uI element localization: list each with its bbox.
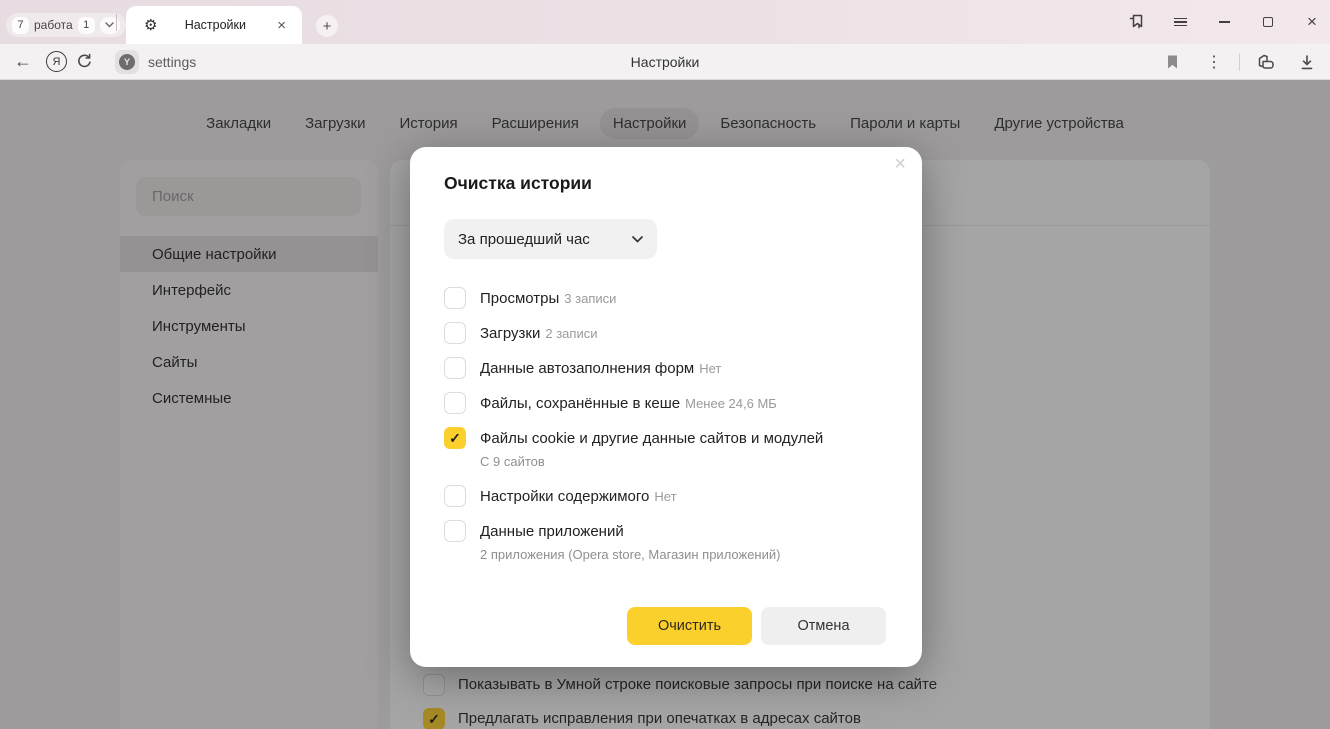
tab-panels-icon[interactable]: [1126, 12, 1146, 32]
active-tab[interactable]: ⚙ Настройки ×: [126, 6, 302, 44]
checkbox-autofill[interactable]: [444, 357, 466, 379]
yandex-logo-icon[interactable]: Я: [46, 51, 67, 72]
reload-icon[interactable]: [67, 49, 101, 75]
checkbox-cookies[interactable]: [444, 427, 466, 449]
category-subtext: С 9 сайтов: [480, 452, 823, 472]
category-row-cache: Файлы, сохранённые в кешеМенее 24,6 МБ: [444, 392, 888, 414]
collections-icon[interactable]: [1248, 49, 1282, 75]
category-row-cookies: Файлы cookie и другие данные сайтов и мо…: [444, 427, 888, 472]
bookmark-icon[interactable]: [1155, 49, 1189, 75]
category-row-downloads: Загрузки2 записи: [444, 322, 888, 344]
omnibox-page-title: Настройки: [0, 54, 1330, 70]
tab-group-count: 7: [12, 17, 29, 34]
site-favicon: Y: [115, 50, 139, 74]
history-categories-list: Просмотры3 записи Загрузки2 записи Данны…: [444, 287, 888, 578]
checkbox-cache[interactable]: [444, 392, 466, 414]
toolbar-separator: [1239, 53, 1240, 71]
menu-icon[interactable]: [1170, 12, 1190, 32]
close-dialog-icon[interactable]: ×: [890, 151, 910, 178]
tab-group-separator: [116, 14, 117, 31]
tab-title: Настройки: [157, 18, 273, 32]
checkbox-app-data[interactable]: [444, 520, 466, 542]
tab-strip: 7 работа 1 ⚙ Настройки × + ×: [0, 0, 1330, 44]
kebab-menu-icon[interactable]: ⋮: [1197, 49, 1231, 75]
period-select-value: За прошедший час: [458, 231, 632, 248]
clear-button[interactable]: Очистить: [627, 607, 752, 645]
maximize-button[interactable]: [1258, 12, 1278, 32]
download-icon[interactable]: [1290, 49, 1324, 75]
category-row-autofill: Данные автозаполнения формНет: [444, 357, 888, 379]
address-bar: ← Я Y settings Настройки ⋮: [0, 44, 1330, 80]
window-controls: ×: [1126, 8, 1322, 36]
category-row-app-data: Данные приложений 2 приложения (Opera st…: [444, 520, 888, 565]
clear-history-dialog: × Очистка истории За прошедший час Просм…: [410, 147, 922, 667]
dialog-actions: Очистить Отмена: [627, 607, 886, 645]
cancel-button[interactable]: Отмена: [761, 607, 886, 645]
close-tab-icon[interactable]: ×: [273, 17, 290, 34]
checkbox-content-settings[interactable]: [444, 485, 466, 507]
dialog-title: Очистка истории: [444, 173, 592, 194]
minimize-button[interactable]: [1214, 12, 1234, 32]
chevron-down-icon: [632, 236, 643, 243]
tab-group-badge: 1: [78, 17, 95, 34]
browser-window: 7 работа 1 ⚙ Настройки × + ×: [0, 0, 1330, 729]
tab-group-label: работа: [34, 18, 73, 32]
tab-group-chip[interactable]: 7 работа 1: [6, 13, 126, 37]
new-tab-button[interactable]: +: [316, 15, 338, 37]
url-input[interactable]: settings: [148, 54, 196, 70]
category-row-views: Просмотры3 записи: [444, 287, 888, 309]
gear-icon: ⚙: [144, 16, 157, 34]
checkbox-views[interactable]: [444, 287, 466, 309]
back-icon[interactable]: ←: [6, 49, 40, 75]
category-row-content-settings: Настройки содержимогоНет: [444, 485, 888, 507]
period-select[interactable]: За прошедший час: [444, 219, 657, 259]
category-subtext: 2 приложения (Opera store, Магазин прило…: [480, 545, 780, 565]
close-window-button[interactable]: ×: [1302, 12, 1322, 32]
checkbox-downloads[interactable]: [444, 322, 466, 344]
